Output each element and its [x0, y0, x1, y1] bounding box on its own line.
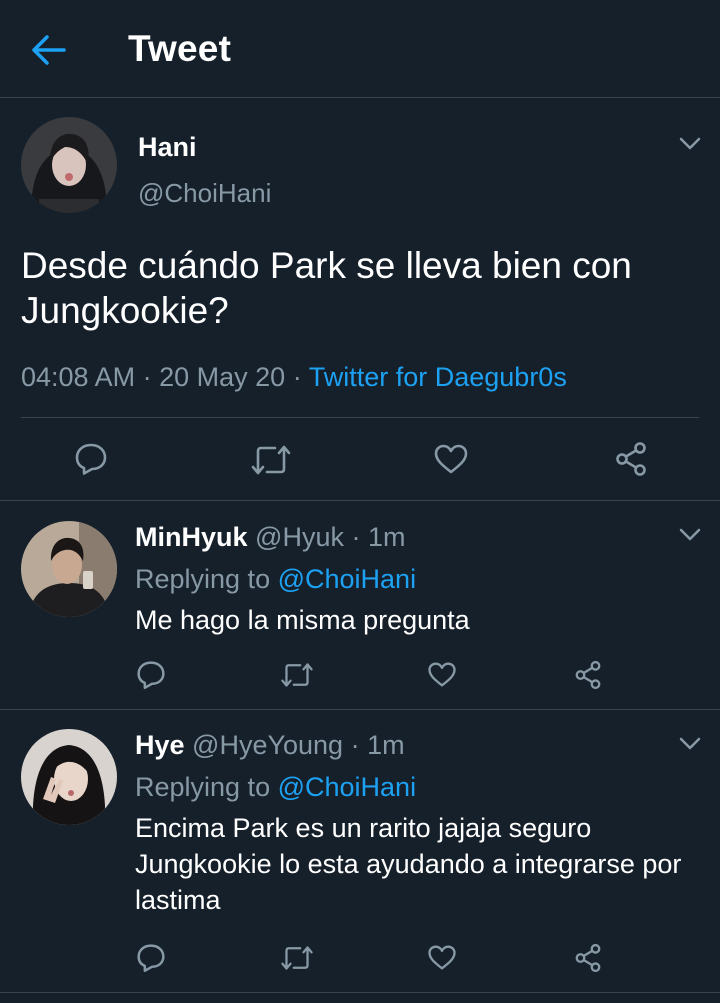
- share-icon[interactable]: [573, 943, 603, 973]
- like-icon[interactable]: [427, 944, 457, 971]
- avatar-image: [21, 521, 117, 617]
- divider: [0, 500, 720, 501]
- author-name[interactable]: Hani: [138, 132, 197, 163]
- reply-icon[interactable]: [74, 442, 108, 476]
- meta-separator: ·: [350, 730, 360, 760]
- tweet-client-link[interactable]: Twitter for Daegubr0s: [309, 362, 567, 392]
- reply-header: Hye @HyeYoung · 1m: [135, 730, 405, 761]
- retweet-icon[interactable]: [280, 944, 314, 972]
- reply-header: MinHyuk @Hyuk · 1m: [135, 522, 406, 553]
- author-name[interactable]: Hye: [135, 730, 185, 760]
- retweet-icon[interactable]: [250, 443, 292, 477]
- chevron-down-icon[interactable]: [679, 528, 701, 542]
- avatar-image: [21, 117, 117, 213]
- like-icon[interactable]: [433, 443, 469, 475]
- meta-separator: ·: [292, 362, 302, 392]
- author-handle[interactable]: @ChoiHani: [138, 178, 271, 209]
- avatar[interactable]: [21, 521, 117, 617]
- arrow-left-icon[interactable]: [30, 33, 68, 67]
- author-handle[interactable]: @Hyuk: [255, 522, 344, 552]
- replying-to: Replying to @ChoiHani: [135, 564, 416, 595]
- tweet-time: 04:08 AM: [21, 362, 136, 392]
- chevron-down-icon[interactable]: [679, 137, 701, 151]
- avatar[interactable]: [21, 117, 117, 213]
- page-title: Tweet: [128, 28, 232, 69]
- replying-to: Replying to @ChoiHani: [135, 772, 416, 803]
- meta-separator: ·: [142, 362, 152, 392]
- reply-time: 1m: [368, 522, 406, 552]
- reply-time: 1m: [367, 730, 405, 760]
- replying-to-label: Replying to: [135, 772, 271, 802]
- mention-link[interactable]: @ChoiHani: [278, 772, 416, 802]
- tweet-detail-screen: Tweet Hani @ChoiHani Desde cuándo Park s…: [0, 0, 720, 1003]
- share-icon[interactable]: [613, 441, 649, 477]
- avatar-image: [21, 729, 117, 825]
- like-icon[interactable]: [427, 661, 457, 688]
- meta-separator: ·: [351, 522, 361, 552]
- chevron-down-icon[interactable]: [679, 737, 701, 751]
- tweet-meta: 04:08 AM · 20 May 20 · Twitter for Daegu…: [21, 362, 567, 393]
- divider: [0, 992, 720, 993]
- avatar[interactable]: [21, 729, 117, 825]
- tweet-date: 20 May 20: [159, 362, 286, 392]
- replying-to-label: Replying to: [135, 564, 271, 594]
- top-app-bar: Tweet: [0, 0, 720, 98]
- reply-text: Me hago la misma pregunta: [135, 605, 470, 635]
- mention-link[interactable]: @ChoiHani: [278, 564, 416, 594]
- author-name[interactable]: MinHyuk: [135, 522, 248, 552]
- divider: [21, 417, 699, 418]
- tweet-text: Desde cuándo Park se lleva bien con Jung…: [21, 245, 632, 331]
- share-icon[interactable]: [573, 660, 603, 690]
- divider: [0, 709, 720, 710]
- retweet-icon[interactable]: [280, 661, 314, 689]
- reply-icon[interactable]: [136, 943, 166, 973]
- author-handle[interactable]: @HyeYoung: [192, 730, 343, 760]
- reply-text: Encima Park es un rarito jajaja seguro J…: [135, 813, 682, 915]
- reply-icon[interactable]: [136, 660, 166, 690]
